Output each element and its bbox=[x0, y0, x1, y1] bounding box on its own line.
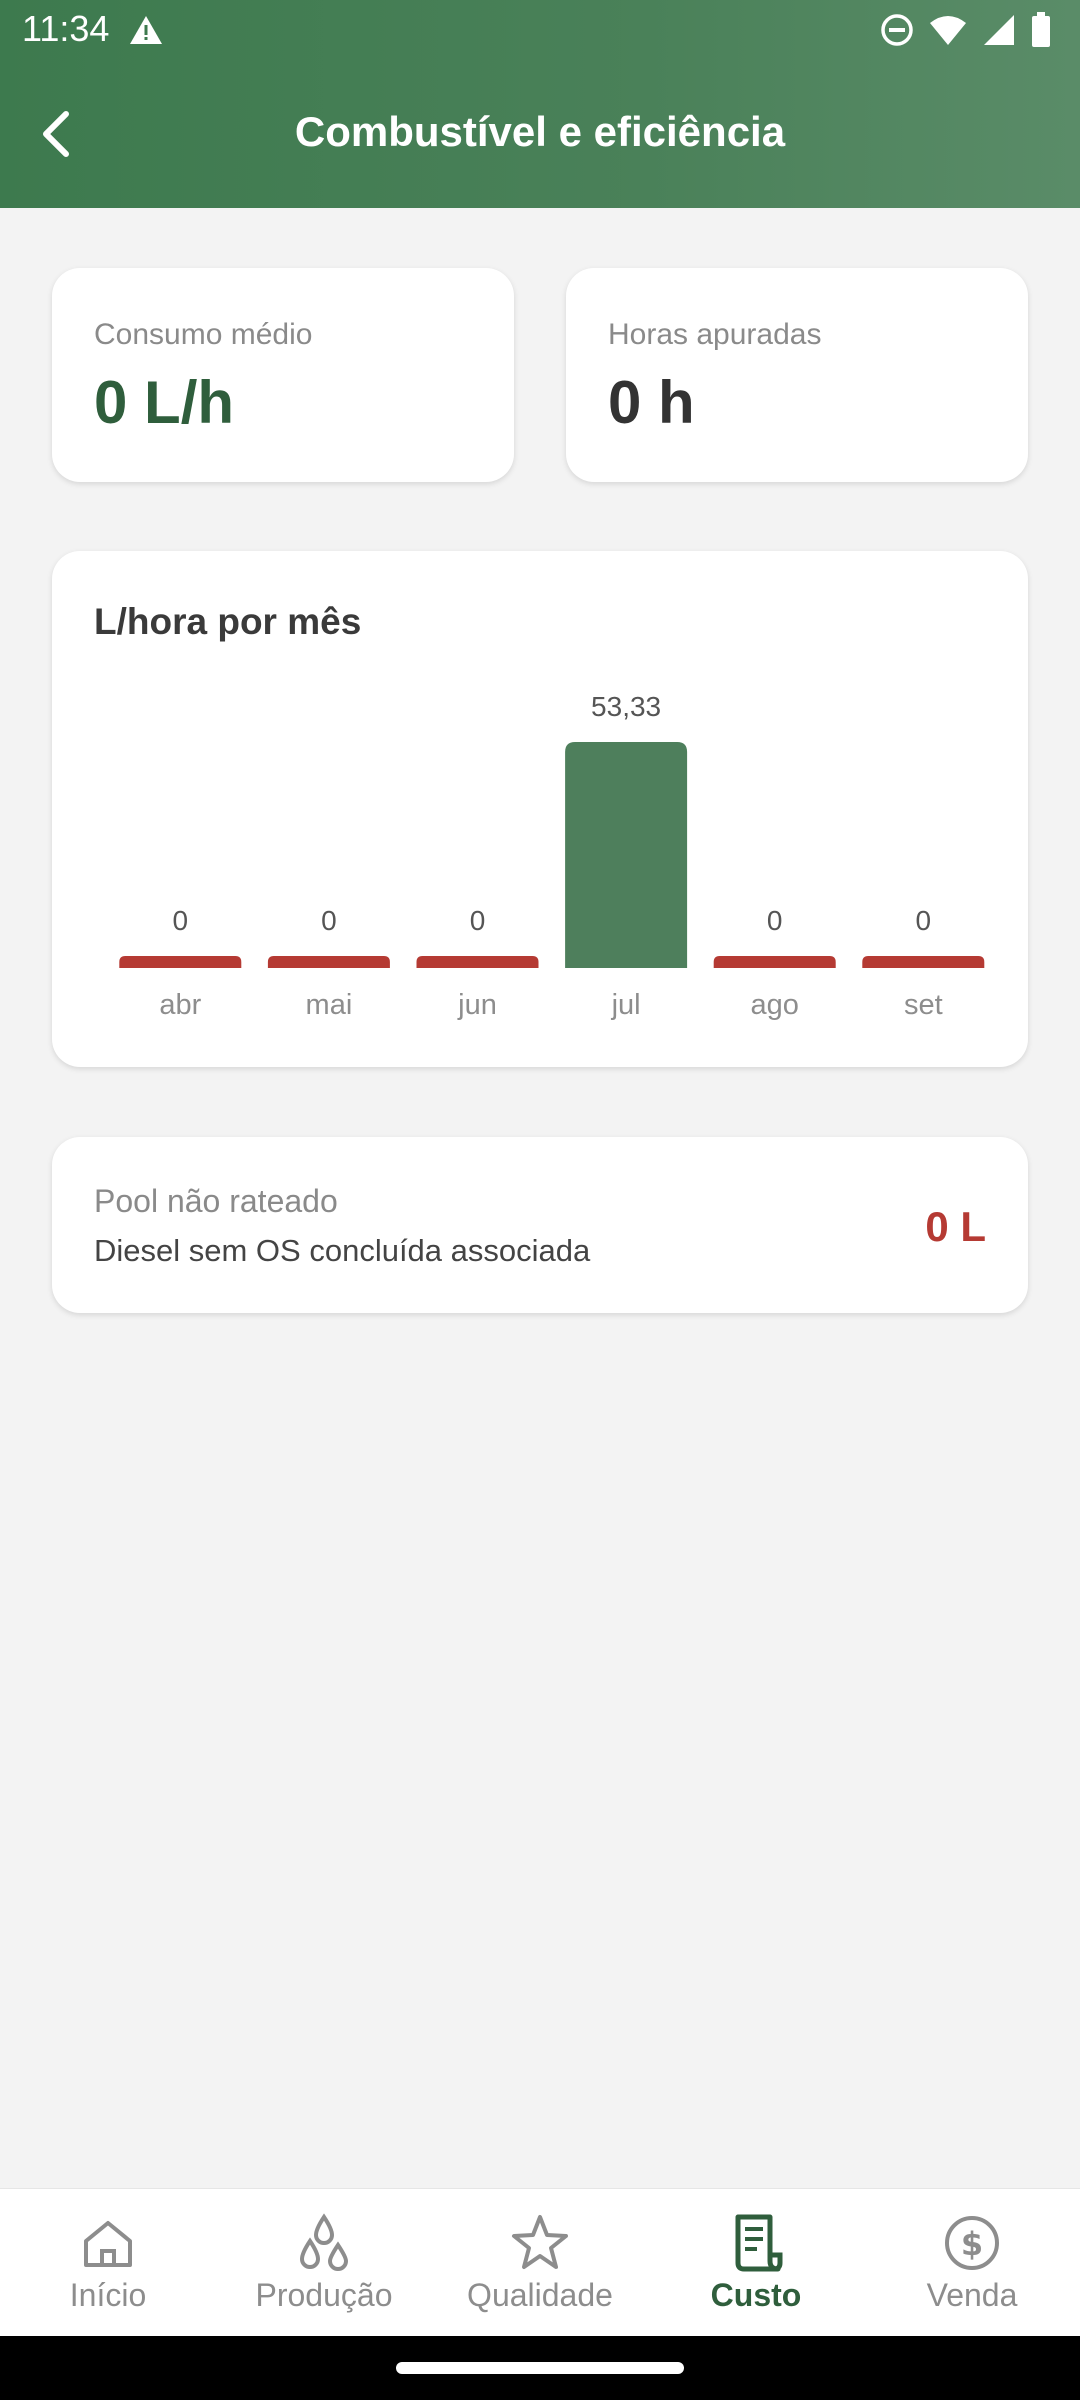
bottom-navigation: Início Produção Qualidade Custo $ Venda bbox=[0, 2188, 1080, 2337]
chart-bar-jun bbox=[416, 956, 539, 968]
stat-value: 0 L/h bbox=[94, 369, 235, 436]
pool-label: Pool não rateado bbox=[94, 1183, 338, 1219]
drops-icon bbox=[299, 2213, 349, 2271]
chart-category-label: jun bbox=[457, 989, 497, 1021]
star-icon bbox=[512, 2215, 568, 2269]
stat-value: 0 h bbox=[608, 369, 695, 436]
nav-label: Início bbox=[69, 2277, 147, 2313]
chart-value-label: 0 bbox=[173, 905, 189, 936]
pool-description: Diesel sem OS concluída associada bbox=[94, 1233, 591, 1268]
chart-category-label: mai bbox=[306, 989, 353, 1021]
nav-label: Venda bbox=[926, 2277, 1018, 2313]
chart-bar-mai bbox=[267, 956, 390, 968]
chart-value-label: 0 bbox=[916, 905, 932, 936]
chart-bar-abr bbox=[119, 956, 242, 968]
stat-card-horas: Horas apuradas 0 h bbox=[566, 268, 1028, 482]
system-navigation-bar bbox=[0, 2336, 1080, 2400]
chart-value-label: 0 bbox=[321, 905, 337, 936]
chart-value-label: 0 bbox=[470, 905, 486, 936]
receipt-icon bbox=[735, 2214, 783, 2272]
chart-category-label: abr bbox=[159, 989, 201, 1021]
svg-text:$: $ bbox=[961, 2225, 983, 2263]
warning-icon bbox=[130, 16, 162, 44]
pool-value: 0 L bbox=[925, 1203, 986, 1250]
home-icon bbox=[84, 2221, 132, 2267]
nav-label: Produção bbox=[255, 2277, 393, 2313]
nav-item-producao[interactable]: Produção bbox=[216, 2189, 432, 2337]
nav-label: Custo bbox=[710, 2277, 802, 2313]
chart-category-label: ago bbox=[751, 989, 799, 1021]
nav-item-inicio[interactable]: Início bbox=[0, 2189, 216, 2337]
stat-label: Consumo médio bbox=[94, 318, 313, 351]
chart-bar-set bbox=[862, 956, 985, 968]
status-time: 11:34 bbox=[22, 8, 110, 49]
chart-bar-jul bbox=[565, 742, 688, 968]
do-not-disturb-icon bbox=[881, 14, 913, 46]
chart-bar-ago bbox=[713, 956, 836, 968]
signal-icon bbox=[984, 15, 1014, 45]
nav-item-venda[interactable]: $ Venda bbox=[864, 2189, 1080, 2337]
nav-label: Qualidade bbox=[467, 2277, 613, 2313]
home-gesture-handle[interactable] bbox=[396, 2362, 684, 2374]
wifi-icon bbox=[930, 16, 966, 45]
chart-category-label: jul bbox=[611, 989, 641, 1021]
chart-value-label: 0 bbox=[767, 905, 783, 936]
chart-card: L/hora por mês 0 abr 0 mai 0 jun 53,33 jul 0 ago 0… bbox=[52, 551, 1028, 1067]
pool-card: Pool não rateado Diesel sem OS concluída… bbox=[52, 1137, 1028, 1313]
app-header: 11:34 Combustível e eficiência bbox=[0, 0, 1080, 208]
dollar-coin-icon: $ bbox=[945, 2216, 999, 2270]
chart-category-label: set bbox=[904, 989, 943, 1021]
stat-label: Horas apuradas bbox=[608, 318, 822, 351]
page-title: Combustível e eficiência bbox=[294, 108, 786, 155]
stat-card-consumo: Consumo médio 0 L/h bbox=[52, 268, 514, 482]
nav-item-qualidade[interactable]: Qualidade bbox=[432, 2189, 648, 2337]
nav-item-custo[interactable]: Custo bbox=[648, 2189, 864, 2337]
chart-value-label: 53,33 bbox=[591, 691, 661, 722]
battery-icon bbox=[1032, 12, 1050, 47]
bar-chart: 0 abr 0 mai 0 jun 53,33 jul 0 ago 0 set bbox=[119, 691, 985, 1021]
status-bar: 11:34 bbox=[0, 0, 1080, 64]
